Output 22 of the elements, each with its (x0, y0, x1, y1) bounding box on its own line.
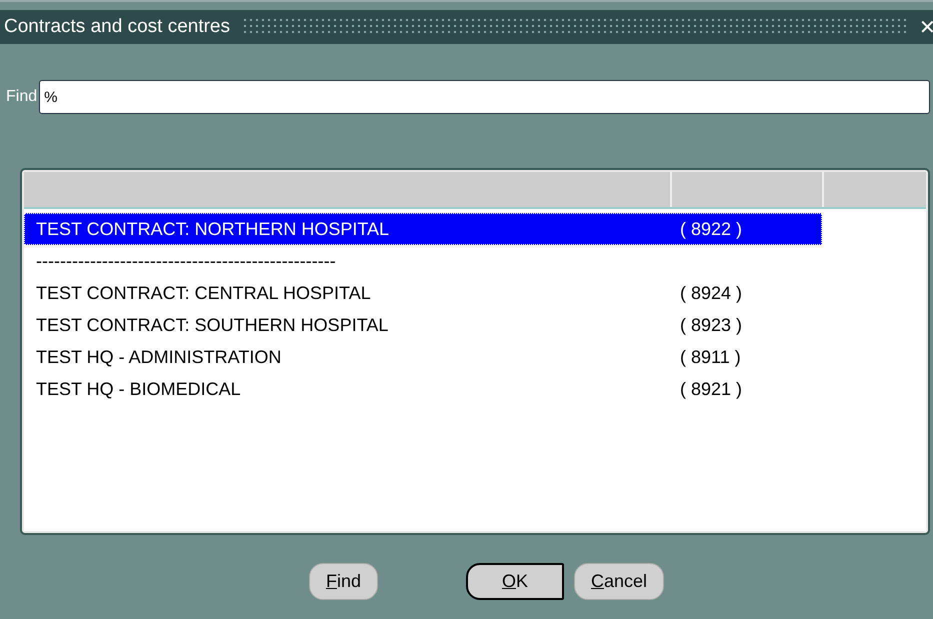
row-code: ( 8923 ) (679, 314, 742, 336)
row-name: TEST HQ - ADMINISTRATION (35, 346, 282, 368)
list-row[interactable]: TEST CONTRACT: CENTRAL HOSPITAL ( 8924 ) (24, 277, 822, 309)
dialog-button[interactable]: OK (466, 563, 564, 600)
row-name: TEST HQ - BIOMEDICAL (35, 378, 242, 400)
find-label: Find (6, 88, 38, 106)
row-name: TEST CONTRACT: SOUTHERN HOSPITAL (35, 314, 390, 336)
find-field[interactable]: % (39, 80, 930, 114)
row-code: ( 8911 ) (679, 346, 741, 368)
separator-text: -------------------------------------------------- (35, 250, 337, 272)
list-row[interactable]: TEST CONTRACT: SOUTHERN HOSPITAL ( 8923 ) (24, 309, 822, 341)
list-row[interactable]: TEST HQ - ADMINISTRATION ( 8911 ) (24, 341, 822, 373)
dialog-button[interactable]: Cancel (574, 563, 664, 600)
window-title: Contracts and cost centres (4, 16, 230, 38)
list-row[interactable]: TEST HQ - BIOMEDICAL ( 8921 ) (24, 373, 822, 405)
row-code: ( 8921 ) (679, 378, 742, 400)
row-code: ( 8924 ) (679, 282, 742, 304)
dialog-button[interactable]: Find (308, 563, 378, 600)
list-row[interactable]: TEST CONTRACT: NORTHERN HOSPITAL ( 8922 ) (24, 213, 822, 245)
row-code: ( 8922 ) (679, 218, 742, 240)
row-name: TEST CONTRACT: CENTRAL HOSPITAL (35, 282, 372, 304)
row-name: TEST CONTRACT: NORTHERN HOSPITAL (35, 218, 390, 240)
